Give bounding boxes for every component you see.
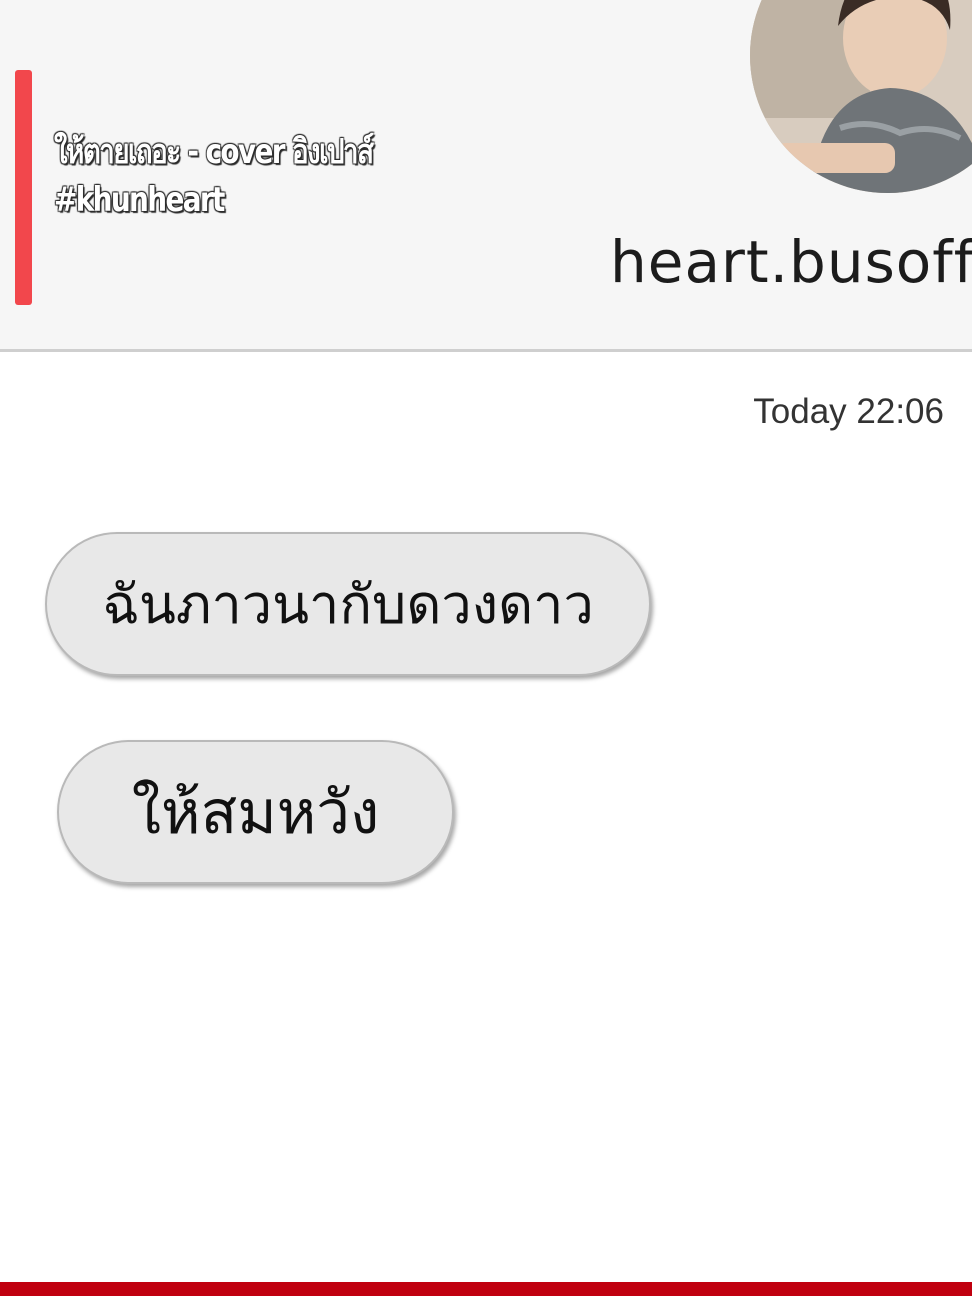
caption-title: ให้ตายเถอะ - cover อิงเปาส์ <box>54 132 374 172</box>
song-caption: ให้ตายเถอะ - cover อิงเปาส์ #khunheart <box>54 128 374 224</box>
avatar-photo-icon <box>750 0 972 193</box>
message-text: ฉันภาวนากับดวงดาว <box>102 573 594 636</box>
message-bubble[interactable]: ฉันภาวนากับดวงดาว <box>45 532 651 676</box>
chat-header: ให้ตายเถอะ - cover อิงเปาส์ #khunheart h… <box>0 0 972 352</box>
message-timestamp: Today 22:06 <box>753 392 944 431</box>
accent-bar <box>15 70 32 305</box>
bottom-bar <box>0 1282 972 1296</box>
message-text: ให้สมหวัง <box>131 777 380 848</box>
avatar[interactable] <box>750 0 972 193</box>
message-bubble[interactable]: ให้สมหวัง <box>57 740 454 884</box>
username: heart.busoff <box>610 228 972 296</box>
caption-hashtag: #khunheart <box>54 180 225 220</box>
